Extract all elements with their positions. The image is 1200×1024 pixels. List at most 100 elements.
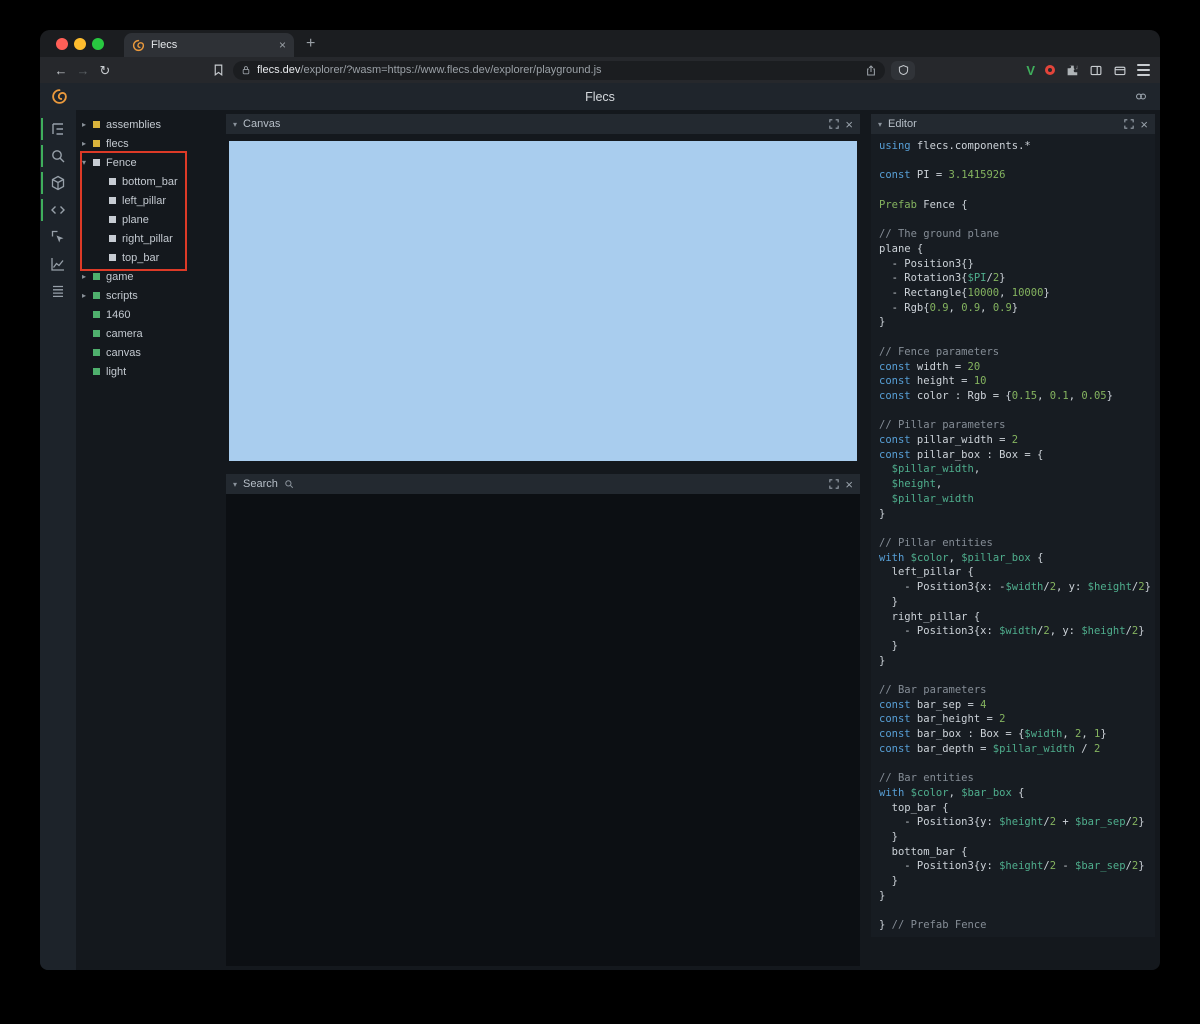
browser-tab[interactable]: Flecs × [124,33,294,57]
code-line: - Position3{y: $height/2 + $bar_sep/2} [879,816,1145,829]
code-line: // Pillar entities [879,536,993,549]
new-tab-button[interactable]: + [306,35,315,52]
chevron-down-icon[interactable]: ▾ [233,480,237,489]
tree-item-Fence[interactable]: ▾ Fence [76,153,221,172]
code-line: - Rectangle{10000, 10000} [879,287,1050,300]
tree-collapsed-icon[interactable]: ▸ [82,120,93,129]
entity-color-square [93,140,100,147]
sidebar-item-queries[interactable] [40,282,76,300]
code-icon [51,206,65,214]
extension-record-icon[interactable] [1045,65,1055,75]
code-line: // Pillar parameters [879,419,1006,432]
entity-color-square [93,273,100,280]
close-icon[interactable]: × [1140,118,1148,131]
minimize-window-button[interactable] [74,37,86,50]
tree-item-1460[interactable]: 1460 [76,305,221,324]
menu-icon[interactable] [1137,64,1150,76]
close-icon[interactable]: × [845,118,853,131]
tree-item-plane[interactable]: plane [76,210,221,229]
sidebar-item-statistics[interactable] [40,255,76,273]
code-line: // Fence parameters [879,345,1000,358]
tree-collapsed-icon[interactable]: ▸ [82,291,93,300]
chevron-down-icon[interactable]: ▾ [233,120,237,129]
code-line: bottom_bar { [879,845,968,858]
entity-color-square [93,159,100,166]
entity-color-square [109,216,116,223]
zoom-window-button[interactable] [92,37,104,50]
canvas-viewport[interactable] [229,141,857,461]
share-icon[interactable] [865,64,877,77]
tree-expanded-icon[interactable]: ▾ [82,158,93,167]
sidebar-item-inspect[interactable] [40,228,76,246]
tree-item-light[interactable]: light [76,362,221,381]
code-line: with $color, $bar_box { [879,786,1025,799]
lock-icon [242,66,250,75]
address-bar[interactable]: flecs.dev/explorer/?wasm=https://www.fle… [233,60,885,80]
code-line: const height = 10 [879,375,987,388]
close-window-button[interactable] [56,37,68,50]
tree-item-camera[interactable]: camera [76,324,221,343]
entity-label: light [106,365,127,378]
code-line: - Position3{y: $height/2 - $bar_sep/2} [879,860,1145,873]
forward-button[interactable]: → [72,64,94,77]
tree-item-top_bar[interactable]: top_bar [76,248,221,267]
code-line: const pillar_box : Box = { [879,448,1044,461]
share-link-icon[interactable] [1134,90,1148,103]
editor-code[interactable]: using flecs.components.* const PI = 3.14… [871,134,1155,937]
puzzle-icon[interactable] [1065,63,1079,77]
tab-close-icon[interactable]: × [279,39,286,51]
shield-button[interactable] [891,60,915,80]
extension-v-icon[interactable]: V [1026,63,1035,78]
expand-icon[interactable] [829,119,840,129]
app-header: Flecs [40,83,1160,110]
code-line: right_pillar { [879,610,981,623]
flecs-favicon-icon [132,39,145,51]
canvas-panel-title: Canvas [243,118,281,130]
entity-color-square [93,330,100,337]
code-line: } [879,507,886,520]
tree-item-scripts[interactable]: ▸ scripts [76,286,221,305]
code-line: const bar_box : Box = {$width, 2, 1} [879,728,1107,741]
tree-item-bottom_bar[interactable]: bottom_bar [76,172,221,191]
tree-item-game[interactable]: ▸ game [76,267,221,286]
tree-collapsed-icon[interactable]: ▸ [82,139,93,148]
code-line: // Bar parameters [879,684,987,697]
tree-collapsed-icon[interactable]: ▸ [82,272,93,281]
editor-column: ▾ Editor × using flecs.components.* cons… [866,110,1160,970]
code-line: plane { [879,242,924,255]
sidebar-item-search[interactable] [40,145,76,167]
entity-color-square [109,178,116,185]
reload-button[interactable]: ↻ [94,64,116,77]
code-line: } [879,889,886,902]
entity-color-square [93,349,100,356]
search-panel-title: Search [243,478,278,490]
expand-icon[interactable] [829,479,840,489]
entity-label: Fence [106,156,137,169]
wallet-icon[interactable] [1113,64,1127,77]
code-line: } [879,875,898,888]
back-button[interactable]: ← [50,64,72,77]
code-line: } [879,595,898,608]
tree-item-assemblies[interactable]: ▸ assemblies [76,115,221,134]
sidebar-item-scene[interactable] [40,172,76,194]
code-line: top_bar { [879,801,949,814]
tree-item-right_pillar[interactable]: right_pillar [76,229,221,248]
close-icon[interactable]: × [845,478,853,491]
bookmark-icon[interactable] [212,63,225,77]
entity-label: right_pillar [122,232,173,245]
code-line: const bar_sep = 4 [879,698,987,711]
url-host: flecs.dev [257,64,301,76]
chevron-down-icon[interactable]: ▾ [878,120,882,129]
sidebar-toggle-icon[interactable] [1089,64,1103,77]
sidebar-item-entity-tree[interactable] [40,118,76,140]
expand-icon[interactable] [1124,119,1135,129]
tree-item-flecs[interactable]: ▸ flecs [76,134,221,153]
tree-item-canvas[interactable]: canvas [76,343,221,362]
tree-item-left_pillar[interactable]: left_pillar [76,191,221,210]
sidebar-item-code[interactable] [40,199,76,221]
